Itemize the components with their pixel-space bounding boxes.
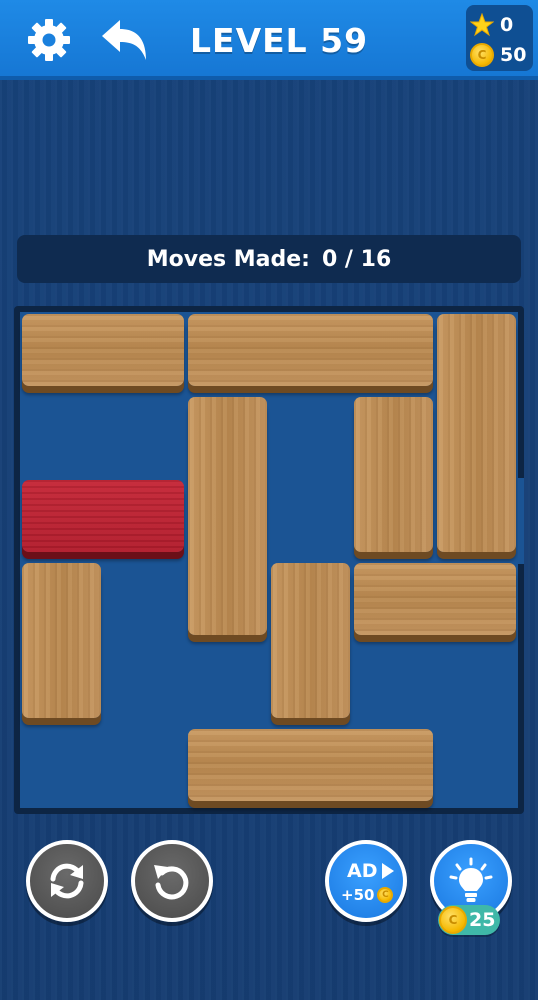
wood-block-h4[interactable] (188, 729, 433, 801)
ad-label: AD (347, 860, 378, 882)
coin-icon: C (377, 887, 394, 903)
wood-block-v1[interactable] (437, 314, 516, 552)
wood-block-h2[interactable] (188, 314, 433, 386)
restart-button[interactable] (26, 840, 108, 922)
play-icon (382, 863, 394, 879)
wood-block-h1[interactable] (22, 314, 184, 386)
puzzle-board (14, 306, 524, 814)
gear-icon (28, 19, 70, 61)
ad-reward: +50 (341, 886, 375, 904)
coin-icon: C (439, 906, 467, 934)
star-icon (470, 13, 494, 37)
star-count: 0 (500, 14, 514, 36)
currency-panel: 0 C 50 (466, 5, 533, 71)
wood-block-v5[interactable] (271, 563, 350, 718)
hint-cost-badge: C 25 (438, 905, 500, 935)
moves-counter: Moves Made: 0 / 16 (17, 235, 521, 283)
coin-count: 50 (500, 44, 527, 66)
coin-icon: C (470, 43, 494, 67)
wood-block-v3[interactable] (354, 397, 433, 552)
wood-block-h3[interactable] (354, 563, 516, 635)
red-target-block[interactable] (22, 480, 184, 552)
board-exit (518, 478, 524, 564)
moves-value: 0 / 16 (321, 246, 392, 272)
undo-circle-icon (154, 865, 189, 900)
watch-ad-button[interactable]: AD +50 C (325, 840, 407, 922)
settings-button[interactable] (23, 14, 75, 66)
back-button[interactable] (98, 14, 150, 66)
level-title: LEVEL 59 (190, 21, 369, 60)
lightbulb-icon (449, 857, 493, 902)
wood-block-v4[interactable] (22, 563, 101, 718)
moves-label: Moves Made: (146, 246, 310, 272)
wood-block-v2[interactable] (188, 397, 267, 635)
top-bar: LEVEL 59 0 C 50 (0, 0, 538, 80)
hint-cost: 25 (469, 909, 496, 931)
board-surface (20, 312, 518, 808)
undo-button[interactable] (131, 840, 213, 922)
restart-arrows-icon (50, 863, 84, 899)
undo-arrow-icon (102, 20, 146, 60)
